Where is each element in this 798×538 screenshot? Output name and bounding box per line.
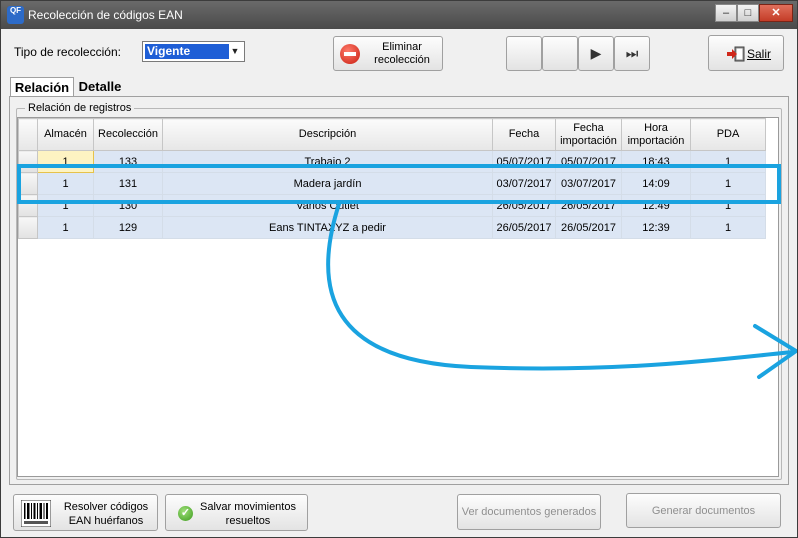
close-button[interactable]: ✕: [759, 4, 793, 22]
stop-icon: [340, 44, 360, 64]
cell-pda[interactable]: 1: [690, 172, 766, 195]
cell-almacen[interactable]: 1: [37, 194, 94, 217]
records-group-label: Relación de registros: [25, 102, 135, 114]
view-generated-documents-button[interactable]: Ver documentos generados: [457, 494, 601, 530]
cell-hora-importacion[interactable]: 14:09: [621, 172, 691, 195]
column-header-fecha-importacion[interactable]: Fecha importación: [555, 118, 622, 151]
cell-hora-importacion[interactable]: 12:49: [621, 194, 691, 217]
collection-type-label: Tipo de recolección:: [14, 45, 121, 59]
delete-collection-label: Eliminar recolección: [374, 41, 430, 66]
cell-fecha[interactable]: 03/07/2017: [492, 172, 556, 195]
view-generated-documents-label: Ver documentos generados: [461, 506, 597, 518]
table-row[interactable]: 1 131 Madera jardín 03/07/2017 03/07/201…: [18, 172, 766, 195]
cell-fecha-importacion[interactable]: 26/05/2017: [555, 216, 622, 239]
cell-pda[interactable]: 1: [690, 194, 766, 217]
save-resolved-movements-label: Salvar movimientos resueltos: [200, 501, 296, 527]
title-bar[interactable]: QF Recolección de códigos EAN – □ ✕: [1, 1, 797, 29]
exit-label: Salir: [747, 47, 772, 61]
app-icon: QF: [7, 6, 24, 24]
column-header-almacen[interactable]: Almacén: [37, 118, 94, 151]
cell-descripcion[interactable]: Trabajo 2: [162, 150, 493, 173]
column-header-descripcion[interactable]: Descripción: [162, 118, 493, 151]
tab-panel: Relación de registros Almacén Recolecció…: [9, 96, 789, 485]
cell-fecha-importacion[interactable]: 26/05/2017: [555, 194, 622, 217]
cell-fecha-importacion[interactable]: 05/07/2017: [555, 150, 622, 173]
previous-record-button[interactable]: [542, 36, 578, 71]
row-indicator[interactable]: [18, 172, 38, 195]
maximize-button[interactable]: □: [737, 4, 759, 22]
tab-relacion[interactable]: Relación: [10, 77, 74, 97]
cell-almacen[interactable]: 1: [37, 150, 94, 173]
column-header-fecha[interactable]: Fecha: [492, 118, 556, 151]
cell-almacen[interactable]: 1: [37, 172, 94, 195]
cell-hora-importacion[interactable]: 18:43: [621, 150, 691, 173]
app-window: QF Recolección de códigos EAN – □ ✕ Tipo…: [0, 0, 798, 538]
save-resolved-movements-button[interactable]: ✓ Salvar movimientos resueltos: [165, 494, 308, 531]
cell-descripcion[interactable]: Varios Outlet: [162, 194, 493, 217]
table-row[interactable]: 1 133 Trabajo 2 05/07/2017 05/07/2017 18…: [18, 150, 766, 173]
cell-fecha[interactable]: 26/05/2017: [492, 216, 556, 239]
cell-recoleccion[interactable]: 129: [93, 216, 163, 239]
next-record-button[interactable]: ▶: [578, 36, 614, 71]
cell-fecha[interactable]: 05/07/2017: [492, 150, 556, 173]
tab-detalle[interactable]: Detalle: [74, 77, 126, 97]
resolve-orphan-ean-label: Resolver códigos EAN huérfanos: [63, 501, 149, 527]
cell-recoleccion[interactable]: 131: [93, 172, 163, 195]
resolve-orphan-ean-button[interactable]: Resolver códigos EAN huérfanos: [13, 494, 158, 531]
checkmark-icon: ✓: [178, 506, 193, 521]
exit-button[interactable]: Salir: [708, 35, 784, 71]
delete-collection-button[interactable]: Eliminar recolección: [333, 36, 443, 71]
cell-almacen[interactable]: 1: [37, 216, 94, 239]
barcode-icon: [21, 500, 51, 527]
column-header-pda[interactable]: PDA: [690, 118, 766, 151]
cell-descripcion[interactable]: Madera jardín: [162, 172, 493, 195]
cell-recoleccion[interactable]: 133: [93, 150, 163, 173]
generate-documents-label: Generar documentos: [651, 505, 756, 517]
column-header-indicator: [18, 118, 38, 151]
minimize-button[interactable]: –: [715, 4, 737, 22]
row-indicator[interactable]: [18, 150, 38, 173]
cell-pda[interactable]: 1: [690, 150, 766, 173]
window-title: Recolección de códigos EAN: [28, 8, 183, 22]
records-table: Almacén Recolección Descripción Fecha Fe…: [18, 118, 766, 239]
collection-type-value: Vigente: [145, 44, 229, 59]
cell-descripcion[interactable]: Eans TINTAXYZ a pedir: [162, 216, 493, 239]
column-header-hora-importacion[interactable]: Hora importación: [621, 118, 691, 151]
cell-pda[interactable]: 1: [690, 216, 766, 239]
cell-fecha-importacion[interactable]: 03/07/2017: [555, 172, 622, 195]
last-record-button[interactable]: ⏭: [614, 36, 650, 71]
cell-recoleccion[interactable]: 130: [93, 194, 163, 217]
row-indicator[interactable]: [18, 194, 38, 217]
collection-type-select[interactable]: Vigente ▼: [142, 41, 245, 62]
table-header-row: Almacén Recolección Descripción Fecha Fe…: [18, 118, 766, 151]
table-row[interactable]: 1 130 Varios Outlet 26/05/2017 26/05/201…: [18, 194, 766, 217]
chevron-down-icon[interactable]: ▼: [227, 43, 243, 60]
first-record-button[interactable]: [506, 36, 542, 71]
generate-documents-button[interactable]: Generar documentos: [626, 493, 781, 528]
row-indicator[interactable]: [18, 216, 38, 239]
table-row[interactable]: 1 129 Eans TINTAXYZ a pedir 26/05/2017 2…: [18, 216, 766, 239]
column-header-recoleccion[interactable]: Recolección: [93, 118, 163, 151]
records-grid[interactable]: Almacén Recolección Descripción Fecha Fe…: [17, 117, 779, 477]
cell-fecha[interactable]: 26/05/2017: [492, 194, 556, 217]
cell-hora-importacion[interactable]: 12:39: [621, 216, 691, 239]
exit-door-icon: [727, 46, 745, 62]
